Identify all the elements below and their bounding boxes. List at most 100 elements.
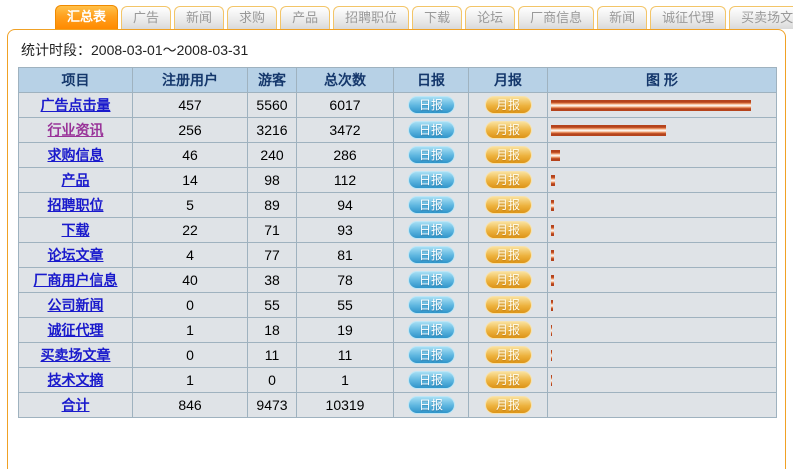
item-cell: 买卖场文章 [19, 343, 133, 368]
item-link[interactable]: 技术文摘 [48, 372, 104, 388]
tab-item[interactable]: 买卖场文章 [729, 6, 793, 29]
monthly-report-button[interactable]: 月报 [485, 271, 532, 289]
tab-item[interactable]: 新闻 [597, 6, 647, 29]
daily-report-button-cell: 日报 [394, 218, 469, 243]
table-row: 厂商用户信息403878日报月报 [19, 268, 777, 293]
stats-table: 项目注册用户游客总次数日报月报图 形 广告点击量45755606017日报月报行… [18, 67, 777, 418]
table-row-total: 合计846947310319日报月报 [19, 393, 777, 418]
monthly-report-button-cell: 月报 [469, 118, 548, 143]
total-count-bar [551, 175, 555, 186]
tab-item[interactable]: 诚征代理 [650, 6, 726, 29]
monthly-report-button[interactable]: 月报 [485, 246, 532, 264]
item-link[interactable]: 论坛文章 [48, 247, 104, 263]
total-count-bar [551, 250, 554, 261]
table-row: 产品1498112日报月报 [19, 168, 777, 193]
total-count: 11 [297, 343, 394, 368]
table-row: 技术文摘101日报月报 [19, 368, 777, 393]
registered-count: 40 [133, 268, 248, 293]
tab-item[interactable]: 广告 [121, 6, 171, 29]
tab-summary-active[interactable]: 汇总表 [55, 5, 118, 29]
item-link[interactable]: 公司新闻 [48, 297, 104, 313]
item-link[interactable]: 买卖场文章 [41, 347, 111, 363]
daily-report-button[interactable]: 日报 [408, 171, 455, 189]
item-link[interactable]: 行业资讯 [48, 122, 104, 138]
item-link[interactable]: 广告点击量 [41, 97, 111, 113]
monthly-report-button-cell: 月报 [469, 293, 548, 318]
daily-report-button-cell: 日报 [394, 343, 469, 368]
tab-item[interactable]: 产品 [280, 6, 330, 29]
daily-report-button[interactable]: 日报 [408, 196, 455, 214]
chart-cell [548, 93, 777, 118]
column-header: 注册用户 [133, 68, 248, 93]
monthly-report-button[interactable]: 月报 [485, 371, 532, 389]
item-cell: 合计 [19, 393, 133, 418]
daily-report-button[interactable]: 日报 [408, 146, 455, 164]
item-link[interactable]: 产品 [62, 172, 90, 188]
daily-report-button[interactable]: 日报 [408, 96, 455, 114]
monthly-report-button[interactable]: 月报 [485, 196, 532, 214]
daily-report-button[interactable]: 日报 [408, 296, 455, 314]
daily-report-button-cell: 日报 [394, 318, 469, 343]
total-count-bar [551, 100, 751, 111]
total-count: 3472 [297, 118, 394, 143]
monthly-report-button[interactable]: 月报 [485, 296, 532, 314]
content-panel: 统计时段：2008-03-01～2008-03-31 项目注册用户游客总次数日报… [7, 29, 786, 469]
item-cell: 下载 [19, 218, 133, 243]
monthly-report-button[interactable]: 月报 [485, 121, 532, 139]
total-count: 112 [297, 168, 394, 193]
chart-cell [548, 243, 777, 268]
monthly-report-button[interactable]: 月报 [485, 146, 532, 164]
total-count-bar [551, 150, 560, 161]
total-count-bar [551, 200, 554, 211]
item-cell: 求购信息 [19, 143, 133, 168]
daily-report-button[interactable]: 日报 [408, 396, 455, 414]
column-header: 总次数 [297, 68, 394, 93]
chart-cell [548, 343, 777, 368]
monthly-report-button[interactable]: 月报 [485, 171, 532, 189]
tab-item[interactable]: 下载 [412, 6, 462, 29]
guest-count: 0 [248, 368, 297, 393]
item-link[interactable]: 合计 [62, 397, 90, 413]
column-header: 日报 [394, 68, 469, 93]
monthly-report-button[interactable]: 月报 [485, 346, 532, 364]
item-cell: 论坛文章 [19, 243, 133, 268]
daily-report-button[interactable]: 日报 [408, 271, 455, 289]
monthly-report-button[interactable]: 月报 [485, 396, 532, 414]
tab-item[interactable]: 求购 [227, 6, 277, 29]
registered-count: 4 [133, 243, 248, 268]
item-cell: 行业资讯 [19, 118, 133, 143]
monthly-report-button[interactable]: 月报 [485, 96, 532, 114]
registered-count: 0 [133, 343, 248, 368]
table-header-row: 项目注册用户游客总次数日报月报图 形 [19, 68, 777, 93]
total-count: 286 [297, 143, 394, 168]
item-link[interactable]: 下载 [62, 222, 90, 238]
item-link[interactable]: 求购信息 [48, 147, 104, 163]
daily-report-button[interactable]: 日报 [408, 371, 455, 389]
guest-count: 240 [248, 143, 297, 168]
total-count: 1 [297, 368, 394, 393]
daily-report-button[interactable]: 日报 [408, 346, 455, 364]
chart-cell [548, 268, 777, 293]
monthly-report-button[interactable]: 月报 [485, 221, 532, 239]
daily-report-button[interactable]: 日报 [408, 321, 455, 339]
daily-report-button[interactable]: 日报 [408, 121, 455, 139]
tab-item[interactable]: 厂商信息 [518, 6, 594, 29]
guest-count: 98 [248, 168, 297, 193]
registered-count: 46 [133, 143, 248, 168]
tab-item[interactable]: 招聘职位 [333, 6, 409, 29]
daily-report-button[interactable]: 日报 [408, 221, 455, 239]
tab-item[interactable]: 论坛 [465, 6, 515, 29]
column-header: 游客 [248, 68, 297, 93]
daily-report-button[interactable]: 日报 [408, 246, 455, 264]
tab-item[interactable]: 新闻 [174, 6, 224, 29]
total-count: 78 [297, 268, 394, 293]
monthly-report-button-cell: 月报 [469, 368, 548, 393]
monthly-report-button-cell: 月报 [469, 168, 548, 193]
item-link[interactable]: 招聘职位 [48, 197, 104, 213]
column-header: 项目 [19, 68, 133, 93]
monthly-report-button[interactable]: 月报 [485, 321, 532, 339]
item-link[interactable]: 厂商用户信息 [34, 272, 118, 288]
chart-cell [548, 218, 777, 243]
registered-count: 1 [133, 318, 248, 343]
item-link[interactable]: 诚征代理 [48, 322, 104, 338]
